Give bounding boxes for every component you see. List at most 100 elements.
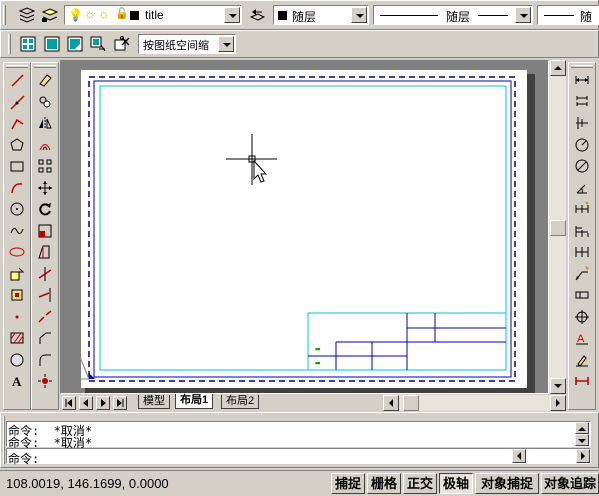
modify-toolbar-grip[interactable]: [34, 65, 56, 68]
tab-next-button[interactable]: [96, 396, 110, 410]
cmd-scroll-right-button[interactable]: [576, 449, 590, 463]
chevron-down-icon[interactable]: [218, 36, 234, 52]
arc-tool-button[interactable]: [6, 178, 28, 198]
cmd-scroll-left-button[interactable]: [512, 449, 526, 463]
dim-text-edit-tool-button[interactable]: [571, 350, 593, 370]
chevron-down-icon[interactable]: [351, 7, 367, 23]
tab-layout2[interactable]: 布局2: [221, 395, 260, 409]
tab-last-button[interactable]: [113, 396, 127, 410]
tab-prev-button[interactable]: [79, 396, 93, 410]
baseline-dim-tool-button[interactable]: [571, 221, 593, 241]
toolbar-grip[interactable]: [8, 34, 11, 54]
aligned-dim-tool-button[interactable]: [571, 92, 593, 112]
color-control-dropdown[interactable]: 随层: [273, 5, 369, 25]
layer-previous-button[interactable]: [246, 4, 268, 26]
tolerance-tool-button[interactable]: [571, 285, 593, 305]
ordinate-dim-tool-button[interactable]: [571, 113, 593, 133]
command-history[interactable]: [6, 421, 591, 447]
explode-tool-button[interactable]: [34, 371, 56, 391]
tab-layout1[interactable]: 布局1: [175, 394, 214, 409]
fillet-tool-button[interactable]: [34, 350, 56, 370]
insert-block-tool-button[interactable]: [6, 264, 28, 284]
array-tool-button[interactable]: [34, 156, 56, 176]
convert-object-to-viewport-button[interactable]: [87, 33, 109, 55]
lineweight-control-dropdown[interactable]: 随: [537, 5, 599, 25]
scroll-up-button[interactable]: [550, 60, 566, 76]
linear-dim-icon: [575, 76, 589, 84]
center-mark-tool-button[interactable]: [571, 307, 593, 327]
vertical-scrollbar[interactable]: [549, 60, 566, 394]
radius-dim-tool-button[interactable]: [571, 135, 593, 155]
dim-edit-tool-button[interactable]: A: [571, 328, 593, 348]
polyline-tool-button[interactable]: [6, 113, 28, 133]
ortho-toggle[interactable]: 正交: [403, 473, 437, 494]
polygon-tool-button[interactable]: [6, 135, 28, 155]
ellipse-tool-button[interactable]: [6, 242, 28, 262]
chevron-down-icon[interactable]: [515, 7, 531, 23]
command-window-grip[interactable]: [3, 416, 5, 464]
linear-dim-tool-button[interactable]: [571, 70, 593, 90]
coordinate-readout[interactable]: 108.0019, 146.1699, 0.0000: [6, 476, 169, 491]
scroll-right-button[interactable]: [550, 395, 566, 411]
history-scroll-up-button[interactable]: [575, 422, 589, 434]
mirror-tool-button[interactable]: [34, 113, 56, 133]
trim-tool-button[interactable]: [34, 264, 56, 284]
stretch-tool-button[interactable]: [34, 242, 56, 262]
horizontal-scroll-thumb[interactable]: [403, 395, 419, 411]
vertical-scroll-thumb[interactable]: [550, 220, 566, 236]
dimension-toolbar-grip[interactable]: [571, 65, 593, 68]
grid-toggle[interactable]: 栅格: [367, 473, 401, 494]
rotate-tool-button[interactable]: [34, 199, 56, 219]
construction-line-tool-button[interactable]: [6, 92, 28, 112]
erase-tool-button[interactable]: [34, 70, 56, 90]
osnap-toggle[interactable]: 对象捕捉: [475, 473, 539, 494]
make-object-layer-current-button[interactable]: [39, 4, 61, 26]
chamfer-tool-button[interactable]: [34, 328, 56, 348]
region-tool-button[interactable]: [6, 350, 28, 370]
layout-canvas[interactable]: [61, 61, 548, 393]
draw-toolbar-grip[interactable]: [6, 65, 28, 68]
circle-tool-button[interactable]: [6, 199, 28, 219]
tab-model[interactable]: 模型: [138, 395, 170, 409]
spline-tool-button[interactable]: [6, 221, 28, 241]
scroll-left-button[interactable]: [383, 395, 399, 411]
command-input[interactable]: [6, 448, 591, 464]
break-tool-button[interactable]: [34, 307, 56, 327]
otrack-toggle[interactable]: 对象追踪: [541, 473, 599, 494]
extend-tool-button[interactable]: [34, 285, 56, 305]
quick-dim-tool-button[interactable]: [571, 199, 593, 219]
angular-dim-tool-button[interactable]: [571, 178, 593, 198]
polygonal-viewport-button[interactable]: [64, 33, 86, 55]
single-viewport-button[interactable]: [41, 33, 63, 55]
continue-dim-tool-button[interactable]: [571, 242, 593, 262]
line-tool-button[interactable]: [6, 70, 28, 90]
toolbar-grip[interactable]: [3, 5, 6, 25]
polar-toggle[interactable]: 极轴: [439, 473, 473, 494]
rectangle-tool-button[interactable]: [6, 156, 28, 176]
drawing-area[interactable]: ▪▪ ▪▪: [60, 60, 549, 394]
scale-tool-button[interactable]: [34, 221, 56, 241]
clip-viewport-button[interactable]: [111, 33, 133, 55]
tab-first-button[interactable]: [62, 396, 76, 410]
layer-manager-button[interactable]: [16, 4, 38, 26]
scroll-up-icon: [554, 66, 562, 70]
snap-toggle[interactable]: 捕捉: [331, 473, 365, 494]
text-tool-button[interactable]: A: [6, 371, 28, 391]
chevron-down-icon[interactable]: [224, 7, 240, 23]
horizontal-scrollbar[interactable]: [383, 395, 566, 411]
viewport-scale-dropdown[interactable]: 按图纸空间缩: [138, 34, 236, 54]
make-block-tool-button[interactable]: [6, 285, 28, 305]
leader-tool-button[interactable]: [571, 264, 593, 284]
history-scroll-down-button[interactable]: [575, 434, 589, 446]
move-tool-button[interactable]: [34, 178, 56, 198]
dim-style-tool-button[interactable]: [571, 371, 593, 391]
offset-tool-button[interactable]: [34, 135, 56, 155]
linetype-control-dropdown[interactable]: 随层: [373, 5, 533, 25]
copy-tool-button[interactable]: [34, 92, 56, 112]
layer-control-dropdown[interactable]: 💡 ☼ ☼ 🔓 title: [64, 5, 242, 25]
scroll-down-button[interactable]: [550, 378, 566, 394]
hatch-tool-button[interactable]: [6, 328, 28, 348]
diameter-dim-tool-button[interactable]: [571, 156, 593, 176]
display-viewports-button[interactable]: [17, 33, 39, 55]
point-tool-button[interactable]: [6, 307, 28, 327]
